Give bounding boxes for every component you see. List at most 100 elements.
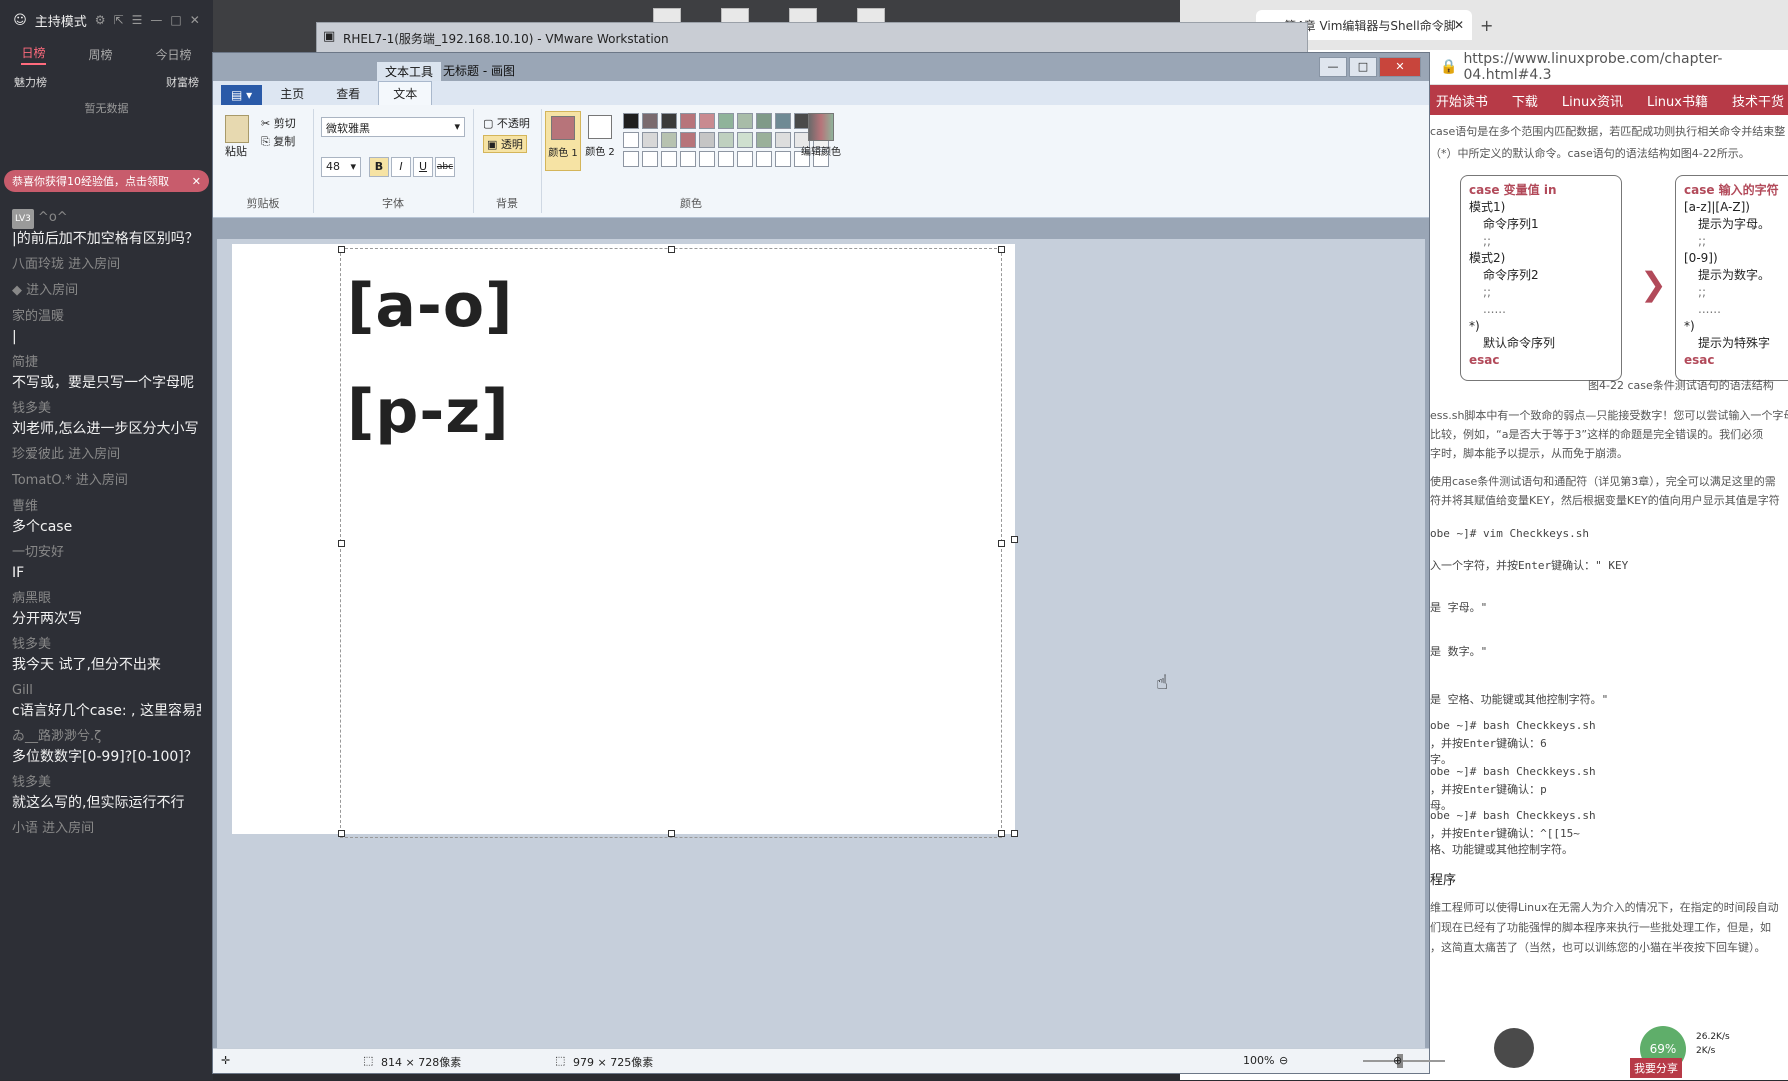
share-button[interactable]: 我要分享 [1630,1058,1682,1078]
text-box[interactable]: [a-o] [p-z] [340,248,1002,838]
color-swatch[interactable] [661,132,677,148]
chat-username[interactable]: 家的温暖 [12,307,201,327]
nav-books[interactable]: Linux书籍 [1647,91,1708,110]
popout-icon[interactable]: ⇱ [114,13,124,27]
minimize-icon[interactable]: — [150,13,162,27]
color-swatch[interactable] [718,113,734,129]
font-family-select[interactable]: 微软雅黑 ▾ [321,117,465,137]
charm-rank[interactable]: 魅力榜 [14,74,47,90]
color-swatch[interactable] [756,132,772,148]
tab-daily[interactable]: 日榜 [21,44,46,65]
new-tab-icon[interactable]: + [1480,16,1493,35]
nav-download[interactable]: 下载 [1512,91,1538,110]
tab-weekly[interactable]: 周榜 [88,46,112,63]
maximize-button[interactable]: □ [1349,57,1377,77]
color-swatch[interactable] [699,113,715,129]
color-swatch-empty[interactable] [661,151,677,167]
resize-handle[interactable] [998,540,1005,547]
nav-tech[interactable]: 技术干货 [1732,91,1784,110]
color1-button[interactable]: 颜色 1 [545,111,581,171]
transparent-option[interactable]: ▣ 透明 [483,135,527,153]
chat-username[interactable]: 一切安好 [12,543,201,563]
chat-username[interactable]: TomatO.* 进入房间 [12,471,201,491]
nav-news[interactable]: Linux资讯 [1562,91,1623,110]
resize-handle[interactable] [998,830,1005,837]
chat-username[interactable]: 简捷 [12,353,201,373]
close-icon[interactable]: ✕ [192,175,201,188]
color-swatch[interactable] [642,132,658,148]
file-menu-button[interactable]: ▤ ▾ [221,85,263,105]
color-swatch[interactable] [642,113,658,129]
chat-username[interactable]: 病黑眼 [12,589,201,609]
opaque-option[interactable]: ▢ 不透明 [483,115,530,131]
resize-handle[interactable] [338,830,345,837]
chat-username[interactable]: 八面玲珑 进入房间 [12,255,201,275]
close-icon[interactable]: ✕ [190,13,200,27]
tab-text[interactable]: 文本 [378,81,433,105]
color-swatch[interactable] [661,113,677,129]
close-button[interactable]: ✕ [1379,57,1421,77]
chat-username[interactable]: 钱多美 [12,773,201,793]
italic-button[interactable]: I [391,157,411,177]
cut-button[interactable]: ✂ 剪切 [261,115,296,131]
reward-banner[interactable]: 恭喜你获得10经验值，点击领取 ✕ [4,170,209,192]
chat-username[interactable]: Gill [12,681,201,701]
color-swatch[interactable] [680,132,696,148]
zoom-out-button[interactable]: ⊖ [1279,1054,1288,1067]
resize-handle[interactable] [998,246,1005,253]
chat-username[interactable]: 小语 进入房间 [12,819,201,839]
chat-username[interactable]: 珍爱彼此 进入房间 [12,445,201,465]
color-swatch[interactable] [718,132,734,148]
tab-view[interactable]: 查看 [322,82,374,105]
canvas-resize-handle[interactable] [1011,536,1018,543]
resize-handle[interactable] [338,540,345,547]
color-swatch-empty[interactable] [737,151,753,167]
color-swatch[interactable] [737,113,753,129]
color-swatch[interactable] [680,113,696,129]
color-swatch-empty[interactable] [718,151,734,167]
font-size-select[interactable]: 48 ▾ [321,157,361,177]
settings-icon[interactable]: ⚙ [95,13,106,27]
color-swatch-empty[interactable] [680,151,696,167]
tab-home[interactable]: 主页 [266,82,318,105]
color-swatch-empty[interactable] [699,151,715,167]
strikethrough-button[interactable]: abc [435,157,455,177]
color-swatch[interactable] [623,132,639,148]
canvas-resize-handle[interactable] [1011,830,1018,837]
chat-username[interactable]: 钱多美 [12,399,201,419]
zoom-slider[interactable] [1363,1060,1445,1062]
chat-username[interactable]: ◆ 进入房间 [12,281,201,301]
color2-button[interactable]: 颜色 2 [583,111,617,169]
color-swatch[interactable] [775,132,791,148]
minimize-button[interactable]: — [1319,57,1347,77]
edit-colors-button[interactable]: 编辑颜色 [797,111,845,169]
chat-username[interactable]: 曹维 [12,497,201,517]
bold-button[interactable]: B [369,157,389,177]
color-swatch-empty[interactable] [642,151,658,167]
tab-today[interactable]: 今日榜 [155,46,191,63]
resize-handle[interactable] [338,246,345,253]
chat-username[interactable]: 钱多美 [12,635,201,655]
color-swatch[interactable] [737,132,753,148]
zoom-in-button[interactable]: ⊕ [1393,1054,1402,1067]
wealth-rank[interactable]: 财富榜 [166,74,199,90]
paste-icon[interactable] [225,115,249,143]
menu-icon[interactable]: ☰ [132,13,143,27]
color-swatch[interactable] [623,113,639,129]
close-tab-icon[interactable]: ✕ [1454,18,1464,32]
color-swatch[interactable] [699,132,715,148]
color-swatch[interactable] [775,113,791,129]
color-swatch-empty[interactable] [623,151,639,167]
maximize-icon[interactable]: □ [170,13,181,27]
paint-canvas[interactable]: [a-o] [p-z] [232,244,1018,838]
color-swatch-empty[interactable] [775,151,791,167]
color-swatch-empty[interactable] [756,151,772,167]
resize-handle[interactable] [668,830,675,837]
underline-button[interactable]: U [413,157,433,177]
nav-start[interactable]: 开始读书 [1436,91,1488,110]
paste-button[interactable]: 粘贴 [225,143,247,159]
chat-username[interactable]: ゐ__路渺渺兮.ζ [12,727,201,747]
copy-button[interactable]: ⎘ 复制 [261,133,295,149]
resize-handle[interactable] [668,246,675,253]
chat-username[interactable]: LV3 ^o^ [12,208,201,229]
